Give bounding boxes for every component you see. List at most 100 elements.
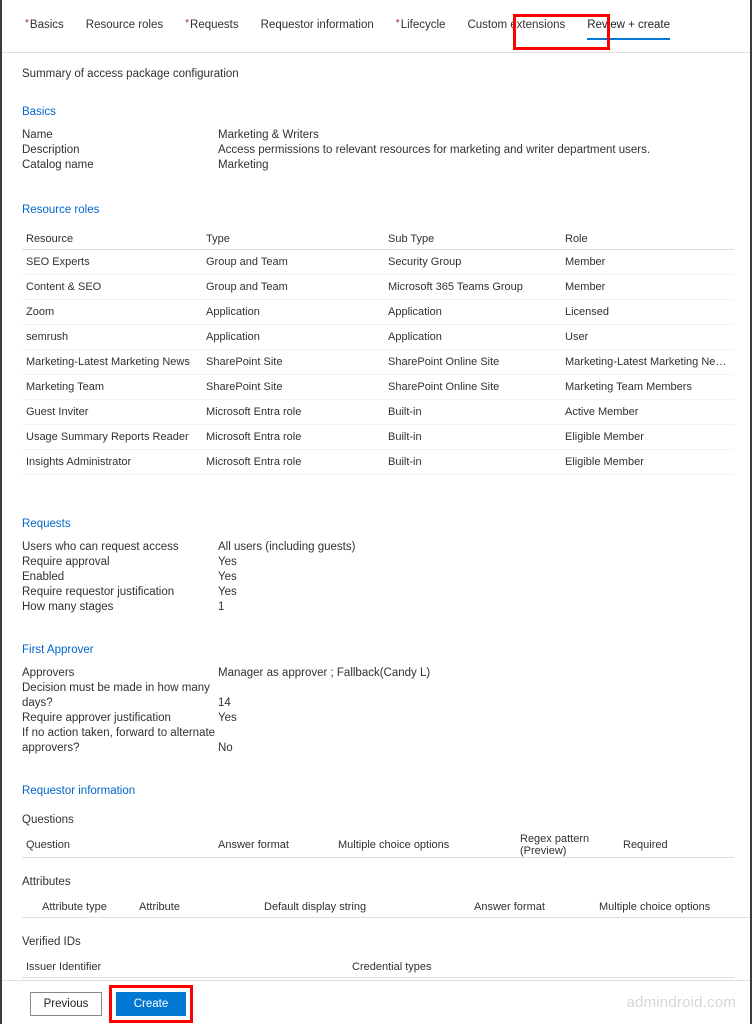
wizard-footer: Previous Create admindroid.com [2,980,750,1024]
detail-row: Require requestor justificationYes [22,585,722,600]
attributes-table: Attribute typeAttributeDefault display s… [22,896,752,918]
table-cell: Application [206,306,388,318]
detail-key: If no action taken, forward to alternate… [22,726,218,756]
detail-key: Name [22,128,218,143]
table-cell: Marketing-Latest Marketing News M... [565,356,734,368]
table-cell: Built-in [388,431,565,443]
detail-row: EnabledYes [22,570,722,585]
table-cell: SharePoint Site [206,381,388,393]
section-link-first-approver[interactable]: First Approver [22,644,94,656]
table-cell: Microsoft Entra role [206,431,388,443]
table-row: Marketing-Latest Marketing NewsSharePoin… [22,350,734,375]
watermark: admindroid.com [626,994,736,1011]
table-cell: Built-in [388,406,565,418]
column-header: Credential types [352,961,652,973]
table-cell: SharePoint Online Site [388,381,565,393]
detail-key: Require approver justification [22,711,218,726]
table-row: semrushApplicationApplicationUser [22,325,734,350]
section-link-requestor-information[interactable]: Requestor information [22,785,135,797]
table-cell: Microsoft Entra role [206,406,388,418]
tab-requestor-information[interactable]: Requestor information [250,18,385,33]
detail-row: Require approver justificationYes [22,711,722,726]
wizard-tab-bar: *BasicsResource roles*RequestsRequestor … [2,18,752,48]
detail-value: Marketing [218,158,722,173]
tab-label: Requests [190,19,239,31]
table-cell: SharePoint Online Site [388,356,565,368]
detail-row: If no action taken, forward to alternate… [22,726,722,756]
column-header: Multiple choice options [599,901,752,913]
detail-value: 14 [218,696,722,711]
column-header: Multiple choice options [338,839,520,851]
detail-key: Catalog name [22,158,218,173]
table-row: Content & SEOGroup and TeamMicrosoft 365… [22,275,734,300]
active-tab-underline [587,38,670,40]
tab-custom-extensions[interactable]: Custom extensions [456,18,576,33]
table-cell: Guest Inviter [22,406,206,418]
tab-basics[interactable]: *Basics [14,18,75,33]
questions-table: QuestionAnswer formatMultiple choice opt… [22,832,734,858]
tab-resource-roles[interactable]: Resource roles [75,18,174,33]
tab-requests[interactable]: *Requests [174,18,250,33]
column-header: Answer format [218,839,338,851]
detail-value: Yes [218,570,722,585]
tab-lifecycle[interactable]: *Lifecycle [385,18,457,33]
first-approver-detail-list: ApproversManager as approver ; Fallback(… [22,666,722,756]
table-cell: Marketing Team [22,381,206,393]
required-asterisk-icon: * [25,18,29,29]
table-cell: Licensed [565,306,734,318]
review-create-page: *BasicsResource roles*RequestsRequestor … [0,0,752,1024]
section-link-resource-roles[interactable]: Resource roles [22,204,99,216]
previous-button[interactable]: Previous [30,992,102,1016]
table-row: SEO ExpertsGroup and TeamSecurity GroupM… [22,250,734,275]
detail-key: Approvers [22,666,218,681]
detail-value: Yes [218,555,722,570]
tab-label: Basics [30,19,64,31]
detail-row: Catalog nameMarketing [22,158,722,173]
table-cell: Member [565,256,734,268]
table-cell: SEO Experts [22,256,206,268]
detail-value: Yes [218,585,722,600]
detail-key: Users who can request access [22,540,218,555]
detail-row: NameMarketing & Writers [22,128,722,143]
detail-key: Description [22,143,218,158]
tab-label: Custom extensions [467,19,565,31]
table-cell: User [565,331,734,343]
section-link-requests[interactable]: Requests [22,518,71,530]
tab-bar-divider [2,52,752,53]
table-cell: Eligible Member [565,431,734,443]
table-cell: Application [388,306,565,318]
detail-value: 1 [218,600,722,615]
detail-key: How many stages [22,600,218,615]
column-header: Regex pattern (Preview) [520,833,623,857]
create-button[interactable]: Create [116,992,186,1016]
verified-ids-table: Issuer IdentifierCredential types [22,956,734,978]
table-cell: semrush [22,331,206,343]
table-row: Guest InviterMicrosoft Entra roleBuilt-i… [22,400,734,425]
table-header-row: ResourceTypeSub TypeRole [22,228,734,250]
table-cell: SharePoint Site [206,356,388,368]
detail-row: How many stages1 [22,600,722,615]
column-header: Question [22,839,218,851]
table-cell: Microsoft 365 Teams Group [388,281,565,293]
table-row: Insights AdministratorMicrosoft Entra ro… [22,450,734,475]
section-link-basics[interactable]: Basics [22,106,56,118]
tab-label: Requestor information [261,19,374,31]
detail-row: DescriptionAccess permissions to relevan… [22,143,722,158]
column-header: Attribute [139,901,264,913]
table-cell: Built-in [388,456,565,468]
detail-row: Decision must be made in how many days?1… [22,681,722,711]
table-cell: Zoom [22,306,206,318]
tab-review-create[interactable]: Review + create [576,18,681,33]
detail-value: No [218,741,722,756]
detail-key: Enabled [22,570,218,585]
detail-key: Decision must be made in how many days? [22,681,218,711]
column-header: Required [623,839,723,851]
page-subtitle: Summary of access package configuration [22,68,239,80]
table-cell: Usage Summary Reports Reader [22,431,206,443]
table-cell: Content & SEO [22,281,206,293]
column-header: Issuer Identifier [22,961,352,973]
column-header: Type [206,233,388,245]
table-cell: Marketing-Latest Marketing News [22,356,206,368]
table-cell: Eligible Member [565,456,734,468]
detail-key: Require requestor justification [22,585,218,600]
